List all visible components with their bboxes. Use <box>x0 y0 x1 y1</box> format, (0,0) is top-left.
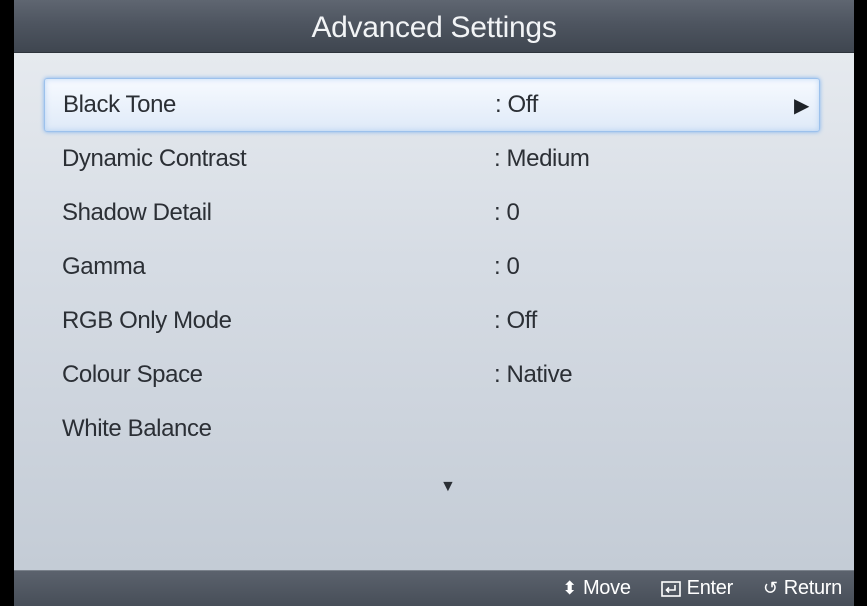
menu-item-label: Gamma <box>62 253 146 280</box>
enter-hint: Enter <box>660 577 734 600</box>
advanced-settings-window: Advanced Settings Black Tone : Off ▶ Dyn… <box>14 0 854 606</box>
menu-item-label: RGB Only Mode <box>62 307 232 334</box>
menu-item-label: Colour Space <box>62 361 203 388</box>
menu-item-dynamic-contrast[interactable]: Dynamic Contrast : Medium <box>44 132 820 186</box>
menu-item-value: : Native <box>494 361 573 388</box>
title-bar: Advanced Settings <box>14 0 854 53</box>
menu-item-value: : Off <box>495 91 538 118</box>
enter-label: Enter <box>686 577 734 599</box>
menu-item-label: Shadow Detail <box>62 199 212 226</box>
menu-item-label: Black Tone <box>63 91 176 118</box>
menu-item-colour-space[interactable]: Colour Space : Native <box>44 348 820 402</box>
menu-item-value: : Medium <box>494 145 590 172</box>
menu-item-gamma[interactable]: Gamma : 0 <box>44 240 820 294</box>
settings-menu: Black Tone : Off ▶ Dynamic Contrast : Me… <box>44 78 820 456</box>
scroll-down-icon[interactable]: ▼ <box>440 478 456 496</box>
move-label: Move <box>582 577 631 599</box>
page-title: Advanced Settings <box>311 11 557 44</box>
return-icon: ↺ <box>762 578 778 598</box>
up-down-arrows-icon: ⬍ <box>562 578 577 598</box>
menu-item-rgb-only-mode[interactable]: RGB Only Mode : Off <box>44 294 820 348</box>
return-hint: ↺ Return <box>763 577 842 600</box>
menu-item-value: : 0 <box>494 253 520 280</box>
menu-item-label: Dynamic Contrast <box>62 145 247 172</box>
enter-icon <box>660 580 681 597</box>
menu-item-shadow-detail[interactable]: Shadow Detail : 0 <box>44 186 820 240</box>
menu-item-white-balance[interactable]: White Balance <box>44 402 820 456</box>
submenu-arrow-icon: ▶ <box>794 94 809 117</box>
move-hint: ⬍ Move <box>562 577 631 600</box>
menu-item-black-tone[interactable]: Black Tone : Off ▶ <box>44 78 820 132</box>
menu-item-value: : 0 <box>494 199 520 226</box>
settings-panel: Black Tone : Off ▶ Dynamic Contrast : Me… <box>14 53 854 570</box>
menu-item-label: White Balance <box>62 415 212 442</box>
button-hint-bar: ⬍ Move Enter ↺ Return <box>14 570 854 606</box>
return-label: Return <box>783 577 843 599</box>
menu-item-value: : Off <box>494 307 537 334</box>
